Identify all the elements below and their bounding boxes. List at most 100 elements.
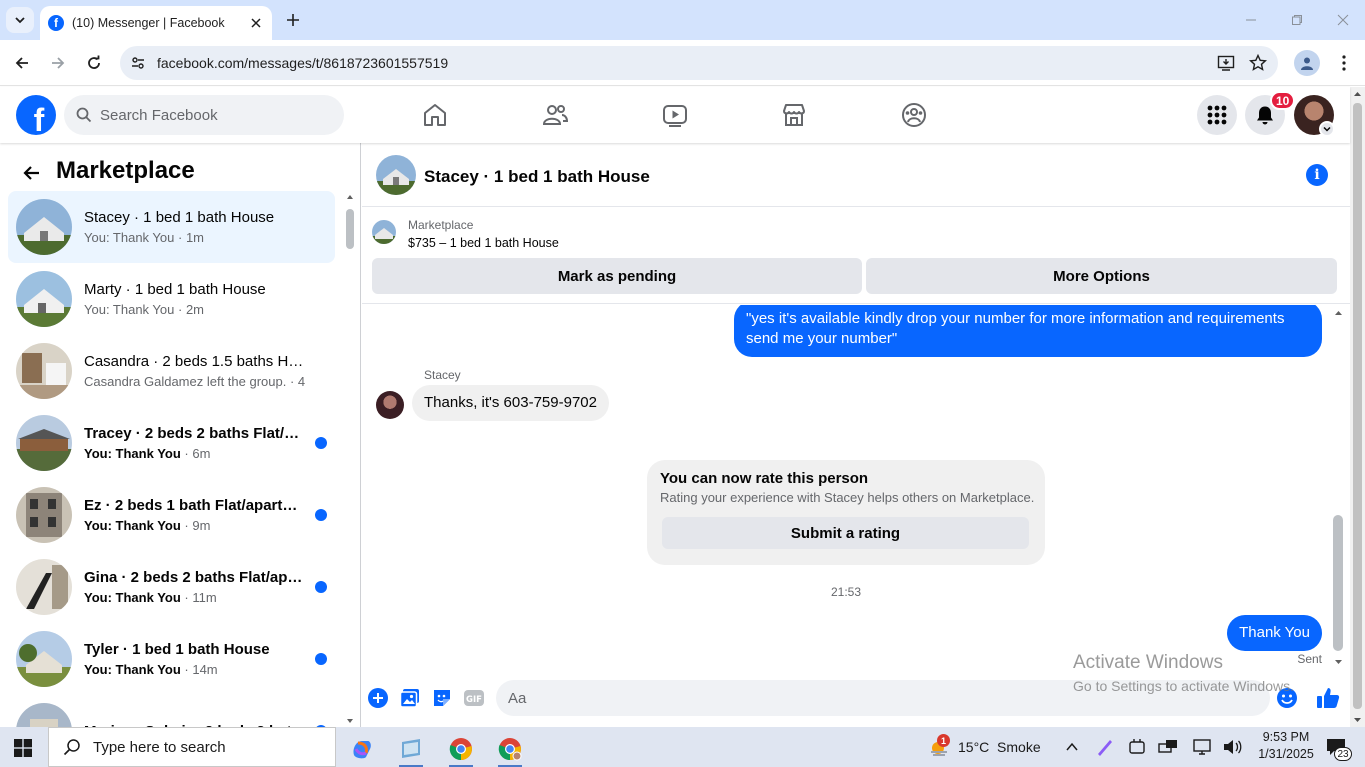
like-button[interactable] [1316,686,1340,710]
tab-title: (10) Messenger | Facebook [72,16,225,30]
conversation-text: Casandra · 2 beds 1.5 baths House Casand… [84,353,306,389]
emoji-icon [1277,688,1297,708]
page-scrollbar[interactable] [1350,87,1365,727]
conversation-item[interactable]: Marty · 1 bed 1 bath House You: Thank Yo… [8,263,335,335]
scroll-down-icon[interactable] [1334,658,1343,666]
listing-bar: Marketplace $735 – 1 bed 1 bath House Ma… [362,208,1350,304]
account-menu-caret[interactable] [1319,121,1335,137]
taskbar-search-placeholder: Type here to search [93,738,226,756]
conversation-preview: You: Thank You · 1m [84,230,204,245]
nav-groups[interactable] [900,101,928,129]
site-info-icon[interactable] [128,53,148,73]
address-bar[interactable]: facebook.com/messages/t/8618723601557519 [120,46,1278,80]
conversation-item[interactable]: Tyler · 1 bed 1 bath House You: Thank Yo… [8,623,335,695]
menu-grid-button[interactable] [1197,95,1237,135]
install-app-icon[interactable] [1214,51,1238,75]
clock-time[interactable]: 9:53 PM [1258,730,1314,744]
conversation-item[interactable]: Mariana Suheir · 2 beds 2 bat... [8,695,335,727]
taskbar-copilot[interactable] [342,731,382,767]
bookmark-star-icon[interactable] [1246,51,1270,75]
friends-icon [542,105,568,125]
conversation-item[interactable]: Tracey · 2 beds 2 baths Flat/ap... You: … [8,407,335,479]
conversation-thumbnail [16,559,72,615]
conversation-item[interactable]: Casandra · 2 beds 1.5 baths House Casand… [8,335,335,407]
clock-date[interactable]: 1/31/2025 [1254,747,1318,761]
more-options-button[interactable]: More Options [866,258,1337,294]
attach-photo-button[interactable] [398,686,422,710]
gif-icon: GIF [464,690,484,706]
new-tab-button[interactable] [282,8,304,32]
taskbar-chrome[interactable] [441,731,481,767]
info-icon[interactable]: i [1306,164,1328,186]
incoming-message-bubble[interactable]: Thanks, it's 603-759-9702 [412,385,609,421]
sidebar-scroll-thumb[interactable] [346,209,354,249]
restore-button[interactable] [1282,8,1312,32]
scroll-up-icon[interactable] [1353,90,1362,98]
chat-listing-avatar[interactable] [376,155,416,195]
submit-rating-button[interactable]: Submit a rating [662,517,1029,549]
sidebar-scrollbar[interactable] [343,191,357,727]
chat-scrollbar[interactable] [1330,305,1348,670]
conversation-thumbnail [16,343,72,399]
scroll-down-icon[interactable] [1353,716,1362,724]
taskbar-search-box[interactable]: Type here to search [48,727,336,767]
conversation-item[interactable]: Stacey · 1 bed 1 bath House You: Thank Y… [8,191,335,263]
arrow-right-icon [52,57,65,69]
chat-title[interactable]: Stacey · 1 bed 1 bath House [424,167,650,187]
conversation-preview: You: Thank You · 11m [84,590,217,605]
forward-button[interactable] [46,51,70,75]
pen-icon[interactable] [1095,737,1115,757]
nav-marketplace[interactable] [780,101,808,129]
emoji-button[interactable] [1275,686,1299,710]
nav-home[interactable] [421,101,449,129]
browser-profile-button[interactable] [1294,50,1320,76]
back-button[interactable] [10,51,34,75]
meet-now-icon[interactable] [1127,737,1147,757]
reload-button[interactable] [82,51,106,75]
outgoing-thank-you-bubble[interactable]: Thank You [1227,615,1322,651]
scroll-down-icon[interactable] [346,717,354,725]
volume-icon[interactable] [1222,737,1242,757]
network-devices-icon[interactable] [1158,737,1178,757]
close-icon [1337,14,1349,26]
message-timestamp: 21:53 [830,585,862,599]
outgoing-message-bubble[interactable]: "yes it's available kindly drop your num… [734,305,1322,357]
tab-search-button[interactable] [6,7,34,33]
nav-friends[interactable] [541,101,569,129]
conversation-thumbnail [16,631,72,687]
scroll-up-icon[interactable] [346,193,354,201]
message-input[interactable]: Aa [496,680,1270,716]
more-actions-button[interactable] [366,686,390,710]
listing-price[interactable]: $735 – 1 bed 1 bath House [408,236,559,250]
show-hidden-icons-button[interactable] [1062,737,1082,757]
browser-tab[interactable]: f (10) Messenger | Facebook [40,6,272,40]
conversation-item[interactable]: Ez · 2 beds 1 bath Flat/apartm... You: T… [8,479,335,551]
nav-video[interactable] [661,101,689,129]
listing-thumbnail[interactable] [372,220,396,244]
tab-close-button[interactable] [248,15,264,31]
sender-avatar[interactable] [376,391,404,419]
unread-dot [315,509,327,521]
conversation-item[interactable]: Gina · 2 beds 2 baths Flat/apa... You: T… [8,551,335,623]
sidebar-back-button[interactable] [18,159,46,187]
mark-as-pending-button[interactable]: Mark as pending [372,258,862,294]
weather-text[interactable]: 15°C Smoke [958,739,1041,755]
window-close-button[interactable] [1328,8,1358,32]
conversation-preview: You: Thank You · 9m [84,518,211,533]
facebook-search-input[interactable]: Search Facebook [64,95,344,135]
page-scroll-thumb[interactable] [1353,103,1362,709]
chat-scroll-thumb[interactable] [1333,515,1343,651]
browser-menu-button[interactable] [1332,51,1356,75]
facebook-logo-icon[interactable]: f [16,95,56,135]
scroll-up-icon[interactable] [1334,309,1343,317]
gif-button[interactable]: GIF [462,686,486,710]
start-button[interactable] [12,737,34,759]
taskbar-chrome-profile[interactable] [490,731,530,767]
conversation-name: Gina · 2 beds 2 baths Flat/apa... [84,569,306,586]
network-icon[interactable] [1192,737,1212,757]
taskbar-file-explorer[interactable] [391,731,431,767]
weather-alert-badge: 1 [937,734,950,747]
minimize-button[interactable] [1236,8,1266,32]
marketplace-icon [783,104,805,126]
sticker-button[interactable] [430,686,454,710]
